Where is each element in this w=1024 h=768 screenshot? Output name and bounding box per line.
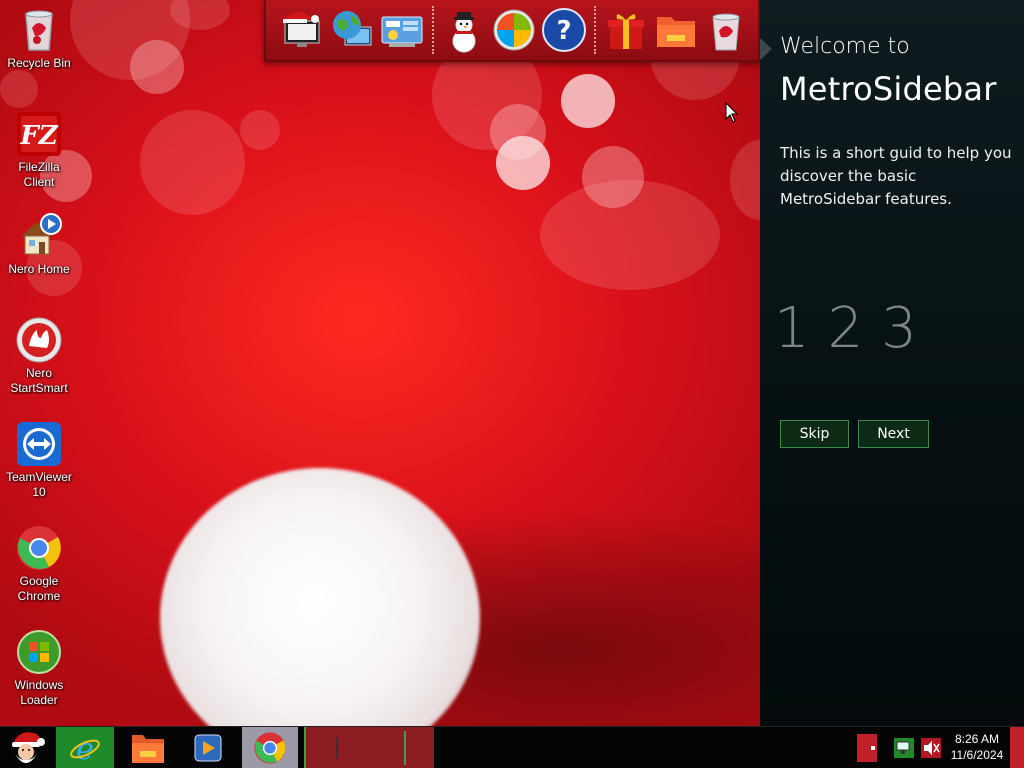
desktop-icon-teamviewer[interactable]: TeamViewer 10	[2, 420, 76, 500]
bokeh-light	[540, 180, 720, 290]
dock-group	[272, 0, 432, 60]
dock-group	[596, 0, 756, 60]
bokeh-light	[140, 110, 245, 215]
taskbar: e 8:26 AM 11/6/2024	[0, 726, 1024, 768]
metro-sidebar-panel: Welcome to MetroSidebar This is a short …	[760, 0, 1024, 726]
help-icon[interactable]: ?	[540, 4, 588, 56]
clock-date: 11/6/2024	[950, 748, 1004, 762]
media-player-icon	[194, 734, 222, 762]
windows-orb-icon[interactable]	[490, 4, 538, 56]
desktop-icon-label: Google Chrome	[17, 574, 61, 603]
preview-marker	[404, 731, 406, 765]
clock-time: 8:26 AM	[954, 732, 1000, 746]
desktop-icon-windows-loader[interactable]: Windows Loader	[2, 628, 76, 708]
desktop-icon-filezilla[interactable]: FZ FileZilla Client	[2, 110, 76, 190]
svg-text:e: e	[76, 732, 94, 765]
taskbar-media-player[interactable]	[180, 727, 236, 768]
filezilla-icon: FZ	[15, 110, 63, 158]
desktop-icon-label: Nero StartSmart	[10, 366, 68, 395]
desktop-icon-recycle-bin[interactable]: Recycle Bin	[2, 6, 76, 71]
app-title: MetroSidebar	[780, 70, 997, 108]
chrome-icon	[15, 524, 63, 572]
mouse-cursor-icon	[725, 101, 739, 128]
step-2[interactable]: 2	[828, 296, 864, 361]
recycle-bin-icon	[15, 6, 63, 54]
bokeh-light	[730, 140, 760, 220]
dock-group: ?	[434, 0, 594, 60]
taskbar-internet-explorer[interactable]: e	[56, 727, 114, 768]
desktop-icon-label: Windows Loader	[14, 678, 64, 707]
next-button[interactable]: Next	[858, 420, 929, 448]
teamviewer-icon	[15, 420, 63, 468]
start-button[interactable]	[2, 727, 52, 768]
bokeh-light	[130, 40, 184, 94]
desktop-icon-label: TeamViewer 10	[6, 470, 72, 499]
christmas-computer-icon[interactable]	[278, 4, 326, 56]
desktop-icon-label: Recycle Bin	[7, 56, 71, 70]
nero-startsmart-icon	[15, 316, 63, 364]
tray-show-hidden-icon[interactable]	[856, 727, 878, 768]
snowman-icon[interactable]	[440, 4, 488, 56]
svg-text:FZ: FZ	[19, 121, 58, 151]
preview-marker	[336, 737, 338, 759]
santa-hat-pompom	[160, 468, 480, 726]
top-dock: ?	[264, 0, 760, 62]
bokeh-light	[496, 136, 550, 190]
welcome-heading: Welcome to	[780, 34, 910, 59]
internet-explorer-icon: e	[70, 732, 100, 765]
bokeh-light	[561, 74, 615, 128]
taskbar-chrome[interactable]	[242, 727, 298, 768]
gift-icon[interactable]	[602, 4, 650, 56]
control-panel-icon[interactable]	[378, 4, 426, 56]
intro-text: This is a short guid to help you discove…	[780, 144, 1012, 208]
step-3[interactable]: 3	[881, 296, 917, 361]
windows-loader-icon	[15, 628, 63, 676]
santa-start-icon	[12, 732, 45, 763]
taskbar-clock[interactable]: 8:26 AM 11/6/2024	[944, 731, 1010, 763]
trash-icon[interactable]	[702, 4, 750, 56]
tray-volume-icon[interactable]	[920, 727, 942, 768]
svg-text:?: ?	[556, 16, 571, 46]
skip-button[interactable]: Skip	[780, 420, 849, 448]
bokeh-light	[0, 70, 38, 108]
desktop-icon-label: FileZilla Client	[18, 160, 60, 189]
chrome-icon	[254, 732, 286, 764]
step-1[interactable]: 1	[774, 296, 810, 361]
sidebar-pointer-arrow	[760, 38, 772, 60]
bokeh-light	[240, 110, 280, 150]
taskbar-active-window-preview[interactable]	[304, 727, 434, 768]
step-indicator: 1 2 3	[774, 296, 917, 361]
desktop-icon-nero-home[interactable]: Nero Home	[2, 212, 76, 277]
tray-network-icon[interactable]	[892, 727, 916, 768]
taskbar-file-explorer[interactable]	[120, 727, 176, 768]
desktop-icon-nero-startsmart[interactable]: Nero StartSmart	[2, 316, 76, 396]
file-explorer-icon	[132, 735, 164, 763]
folder-icon[interactable]	[652, 4, 700, 56]
desktop-wallpaper: Recycle Bin FZ FileZilla Client Nero Hom…	[0, 0, 760, 726]
show-desktop-button[interactable]	[1010, 727, 1024, 768]
desktop-icon-google-chrome[interactable]: Google Chrome	[2, 524, 76, 604]
network-globe-icon[interactable]	[328, 4, 376, 56]
desktop-icon-label: Nero Home	[8, 262, 70, 276]
nero-home-icon	[15, 212, 63, 260]
